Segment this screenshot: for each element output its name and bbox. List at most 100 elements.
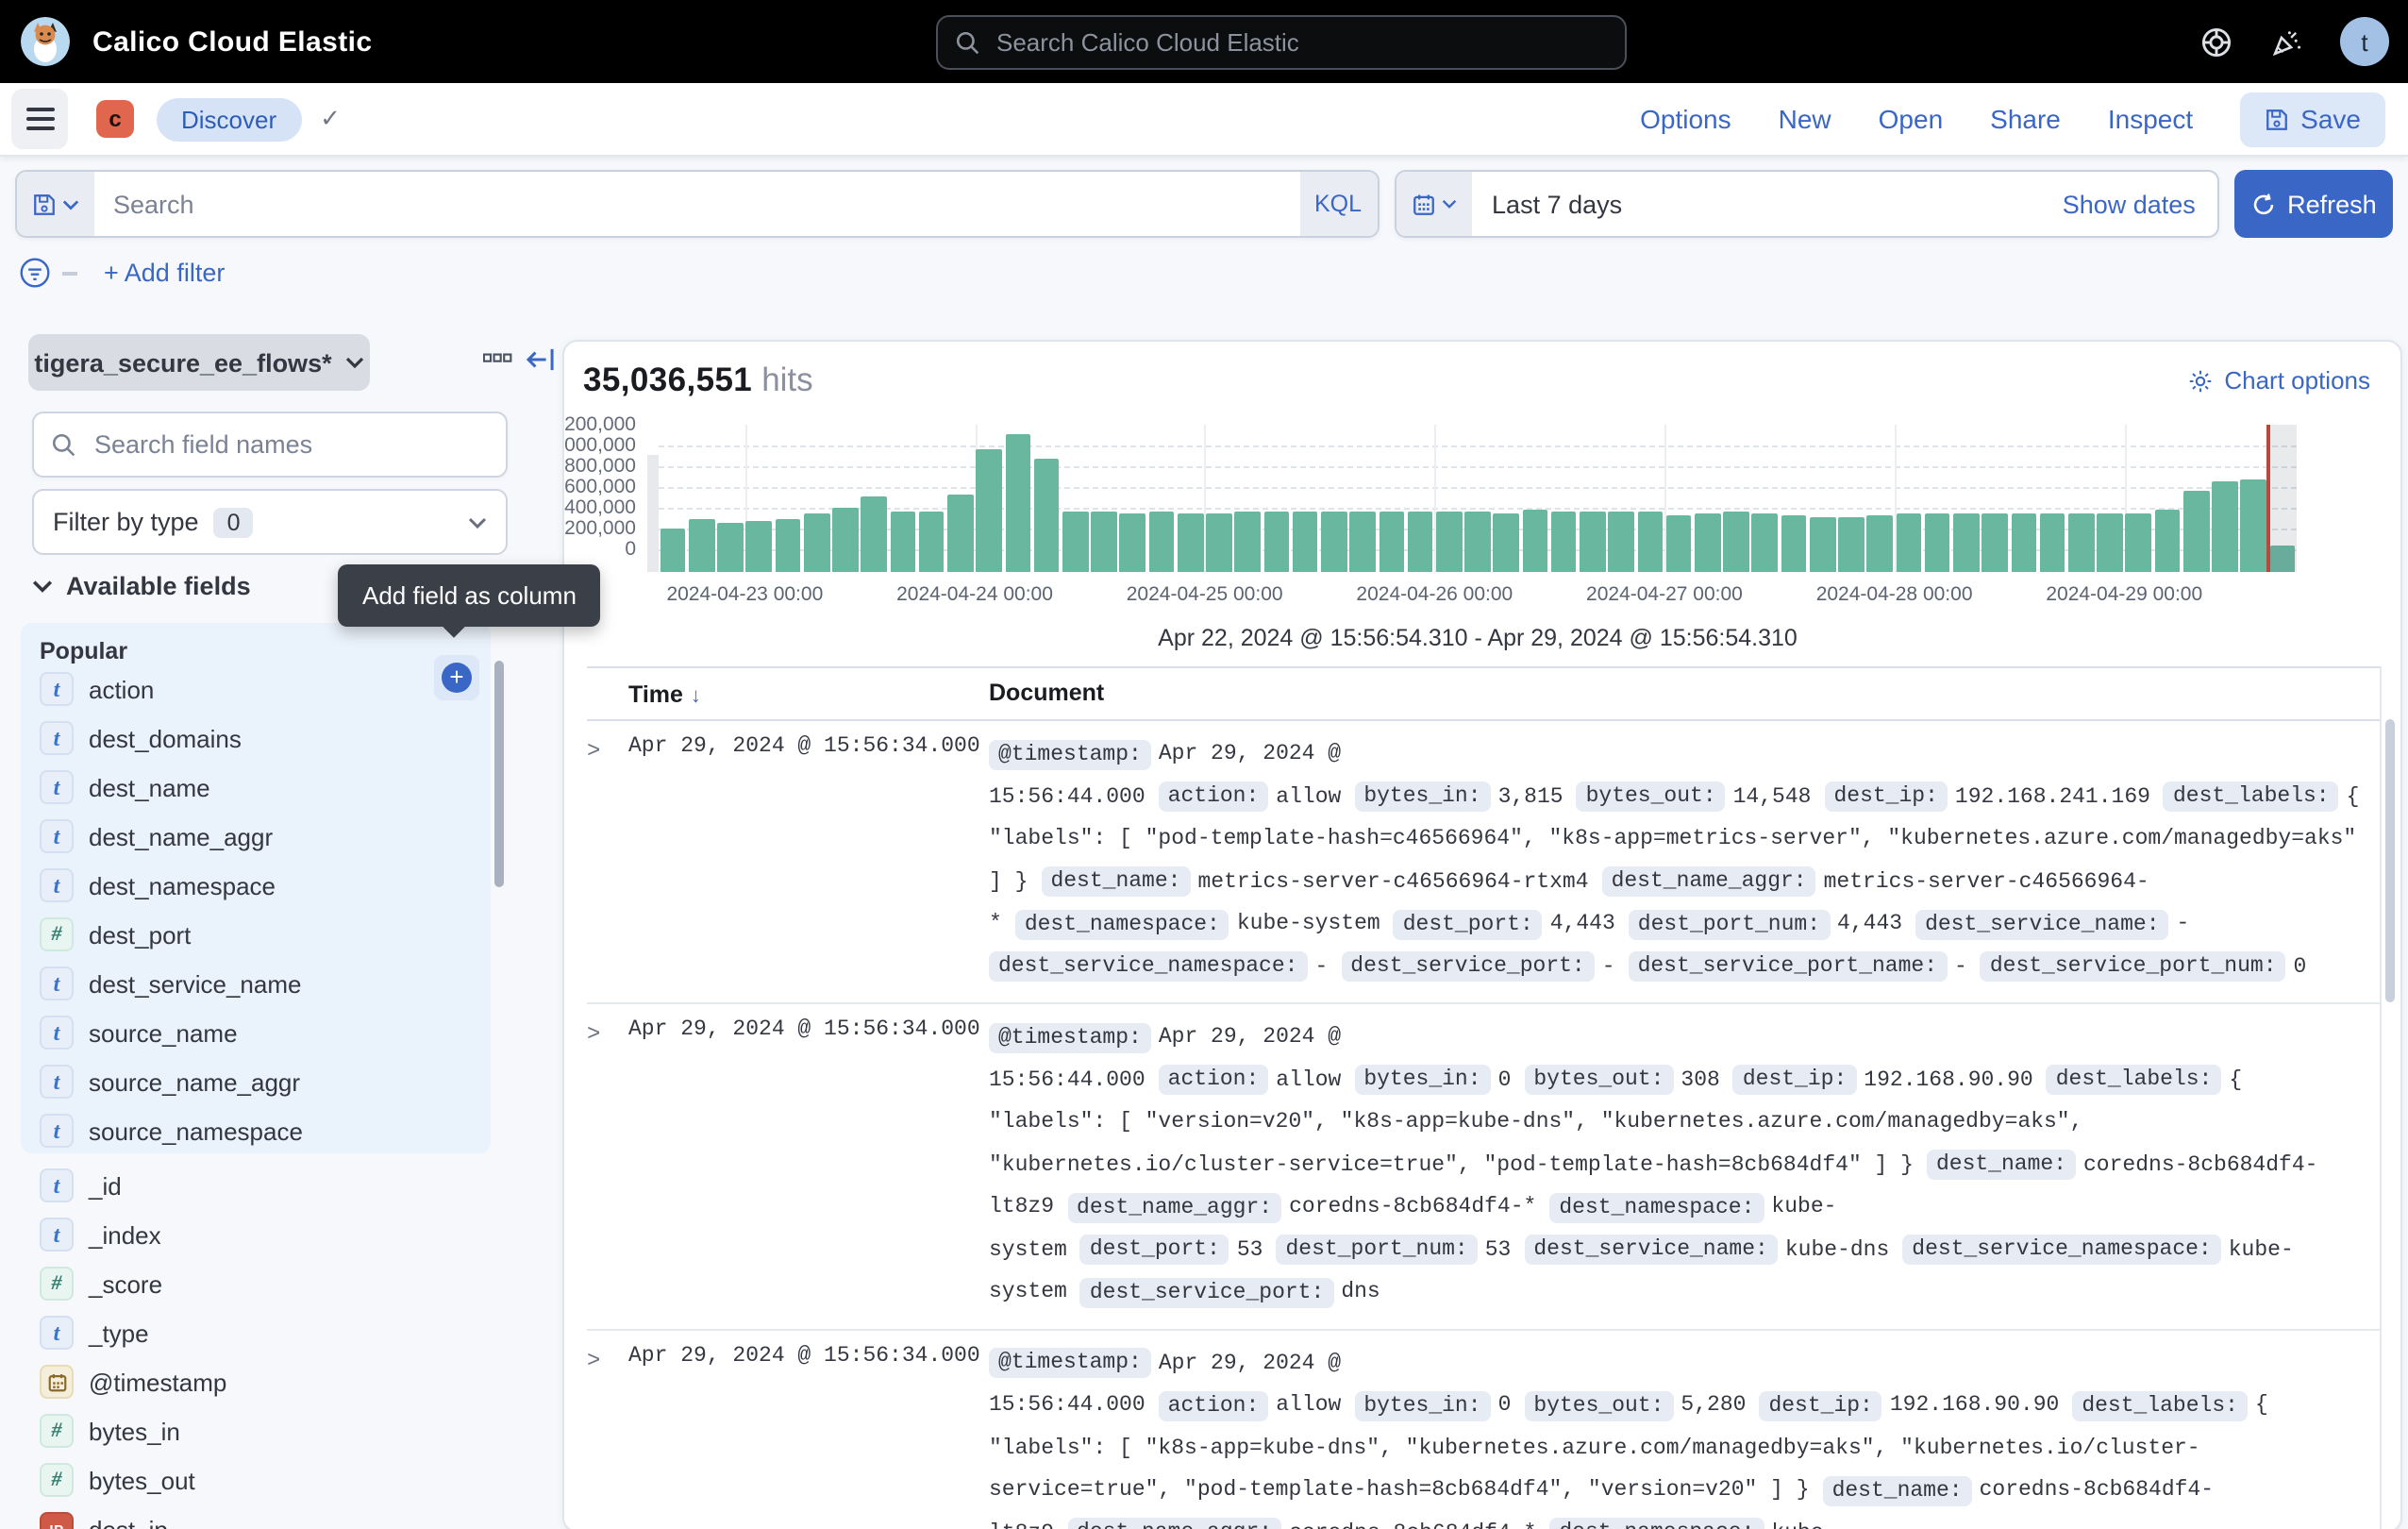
histogram-bar[interactable] xyxy=(1407,512,1432,572)
kql-language-button[interactable]: KQL xyxy=(1299,172,1377,236)
field-list-item-_score[interactable]: #_score xyxy=(21,1259,491,1308)
histogram-bar[interactable] xyxy=(1666,515,1692,572)
field-search[interactable] xyxy=(32,412,508,478)
field-list-item-@timestamp[interactable]: @timestamp xyxy=(21,1357,491,1406)
date-picker-menu-button[interactable] xyxy=(1396,172,1471,236)
histogram-bar[interactable] xyxy=(2039,513,2065,572)
field-list-item-dest_service_name[interactable]: tdest_service_name xyxy=(21,959,491,1008)
histogram-bar[interactable] xyxy=(1982,513,2008,572)
query-input[interactable] xyxy=(94,172,1299,236)
histogram-bar[interactable] xyxy=(2241,480,2266,572)
histogram-bar[interactable] xyxy=(804,513,829,572)
time-range-value[interactable]: Last 7 days xyxy=(1471,172,2063,236)
field-list-item-bytes_out[interactable]: #bytes_out xyxy=(21,1455,491,1504)
filter-icon[interactable] xyxy=(19,257,51,289)
histogram-bar[interactable] xyxy=(1637,512,1663,572)
histogram-bar[interactable] xyxy=(1062,512,1088,572)
help-icon[interactable] xyxy=(2200,25,2232,58)
histogram-bar[interactable] xyxy=(775,518,800,572)
field-list-item-dest_namespace[interactable]: tdest_namespace xyxy=(21,861,491,910)
histogram-bar[interactable] xyxy=(1867,515,1893,572)
field-list-item-_index[interactable]: t_index xyxy=(21,1210,491,1259)
index-pattern-selector[interactable]: tigera_secure_ee_flows* xyxy=(28,334,370,391)
open-button[interactable]: Open xyxy=(1879,104,1944,134)
saved-query-menu-button[interactable] xyxy=(17,172,94,236)
breadcrumb-discover[interactable]: Discover xyxy=(157,97,301,141)
histogram-bar[interactable] xyxy=(1925,513,1950,572)
histogram-bar[interactable] xyxy=(890,511,915,572)
histogram-bar[interactable] xyxy=(2154,510,2180,572)
refresh-button[interactable]: Refresh xyxy=(2235,170,2393,238)
row-document[interactable]: @timestamp:Apr 29, 2024 @ 15:56:44.000ac… xyxy=(989,1343,2382,1529)
histogram-bar[interactable] xyxy=(746,521,772,572)
histogram-bar[interactable] xyxy=(2126,513,2151,572)
show-dates-button[interactable]: Show dates xyxy=(2063,172,2218,236)
space-badge[interactable]: c xyxy=(96,100,134,138)
field-list-item-source_namespace[interactable]: tsource_namespace xyxy=(21,1106,491,1155)
histogram-bar[interactable] xyxy=(1005,434,1030,572)
table-scrollbar-thumb[interactable] xyxy=(2385,719,2395,1002)
field-search-input[interactable] xyxy=(91,428,506,461)
histogram-bar[interactable] xyxy=(1551,512,1577,572)
new-button[interactable]: New xyxy=(1779,104,1831,134)
inspect-button[interactable]: Inspect xyxy=(2108,104,2193,134)
histogram-bar[interactable] xyxy=(1896,513,1921,572)
histogram-bar[interactable] xyxy=(1206,513,1231,572)
news-party-popper-icon[interactable] xyxy=(2270,25,2302,58)
field-list-item-dest_port[interactable]: #dest_port xyxy=(21,910,491,959)
histogram-bar[interactable] xyxy=(1148,511,1174,572)
chart-options-button[interactable]: Chart options xyxy=(2186,366,2370,395)
histogram-bar[interactable] xyxy=(1263,512,1289,572)
histogram-bar[interactable] xyxy=(1091,511,1116,572)
sidebar-scrollbar[interactable] xyxy=(494,661,504,887)
histogram-bar[interactable] xyxy=(689,519,714,572)
histogram-bar[interactable] xyxy=(1953,513,1979,572)
histogram-bar[interactable] xyxy=(1464,512,1490,572)
row-document[interactable]: @timestamp:Apr 29, 2024 @ 15:56:44.000ac… xyxy=(989,1017,2382,1315)
save-button[interactable]: Save xyxy=(2240,92,2385,146)
histogram-bar[interactable] xyxy=(947,495,973,573)
menu-hamburger-button[interactable] xyxy=(11,89,68,149)
options-button[interactable]: Options xyxy=(1640,104,1731,134)
histogram-bar[interactable] xyxy=(1752,513,1778,572)
histogram-bar[interactable] xyxy=(2212,481,2237,572)
row-document[interactable]: @timestamp:Apr 29, 2024 @ 15:56:44.000ac… xyxy=(989,734,2382,989)
share-button[interactable]: Share xyxy=(1990,104,2061,134)
histogram-bar[interactable] xyxy=(1609,512,1634,572)
histogram-bar[interactable] xyxy=(1494,512,1519,572)
histogram-bar[interactable] xyxy=(1321,512,1346,572)
histogram-bar[interactable] xyxy=(2183,490,2209,572)
histogram-bar[interactable] xyxy=(1350,511,1376,572)
expand-row-icon[interactable]: > xyxy=(587,1343,628,1529)
add-filter-button[interactable]: + Add filter xyxy=(104,259,225,287)
histogram-bar[interactable] xyxy=(1379,511,1404,572)
field-list-item-source_name_aggr[interactable]: tsource_name_aggr xyxy=(21,1057,491,1106)
histogram-bar[interactable] xyxy=(718,522,744,572)
collapse-sidebar-icon[interactable] xyxy=(527,347,555,372)
histogram-bar[interactable] xyxy=(1838,518,1864,572)
available-fields-header[interactable]: Available fields xyxy=(32,572,251,600)
field-list-item-action[interactable]: taction xyxy=(21,664,491,714)
field-list-item-source_name[interactable]: tsource_name xyxy=(21,1008,491,1057)
global-search-input[interactable] xyxy=(993,26,1566,59)
histogram-bar[interactable] xyxy=(861,496,887,572)
field-statistics-icon[interactable] xyxy=(483,347,513,370)
expand-row-icon[interactable]: > xyxy=(587,734,628,989)
time-column-header[interactable]: Time↓ xyxy=(628,680,989,707)
field-list-item-bytes_in[interactable]: #bytes_in xyxy=(21,1406,491,1455)
field-list-item-dest_name_aggr[interactable]: tdest_name_aggr xyxy=(21,812,491,861)
global-search[interactable] xyxy=(936,15,1627,70)
field-list-item-dest_domains[interactable]: tdest_domains xyxy=(21,714,491,763)
histogram-bar[interactable] xyxy=(661,529,686,572)
histogram-bar[interactable] xyxy=(1436,512,1462,572)
histogram-bar[interactable] xyxy=(832,508,858,572)
histogram-bar[interactable] xyxy=(1522,511,1547,572)
add-field-as-column-button[interactable]: + xyxy=(442,663,472,693)
histogram-bar[interactable] xyxy=(2068,513,2094,572)
histogram-bar[interactable] xyxy=(1235,511,1261,572)
field-list-item-dest_ip[interactable]: IPdest_ip xyxy=(21,1504,491,1529)
histogram-bar[interactable] xyxy=(977,449,1002,572)
histogram-bar[interactable] xyxy=(1034,458,1060,572)
expand-row-icon[interactable]: > xyxy=(587,1017,628,1315)
sort-descending-icon[interactable]: ↓ xyxy=(691,684,701,707)
